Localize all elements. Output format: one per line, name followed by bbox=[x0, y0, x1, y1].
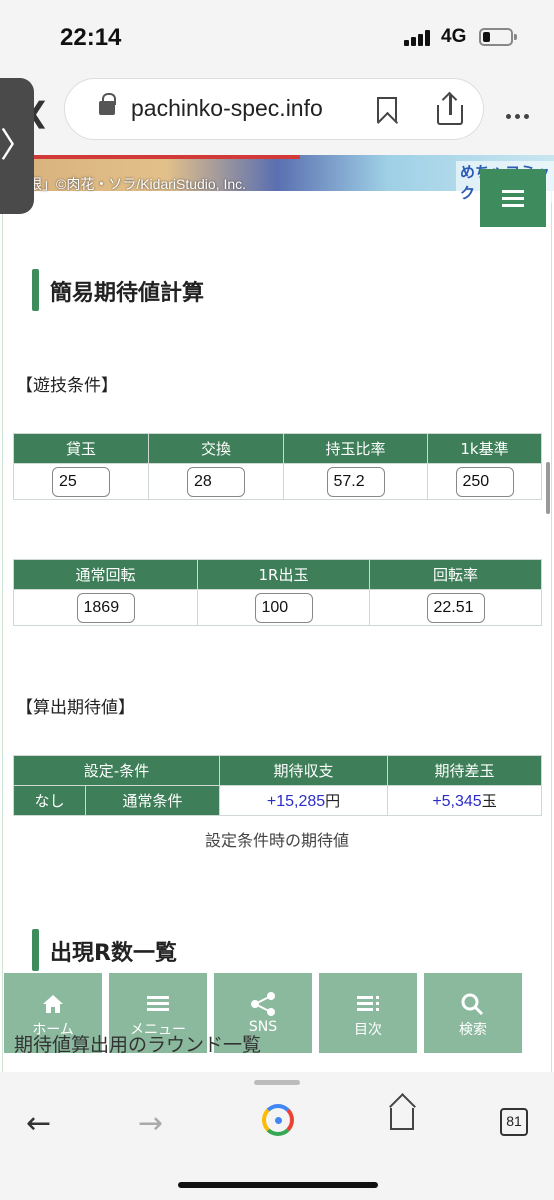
bookmark-icon[interactable] bbox=[377, 97, 397, 123]
rental-input[interactable] bbox=[52, 466, 110, 497]
expected-diff-cell: +5,345玉 bbox=[387, 785, 543, 816]
header-rental: 貸玉 bbox=[13, 433, 149, 464]
google-lens-icon[interactable] bbox=[262, 1104, 294, 1136]
nav-search-button[interactable]: 検索 bbox=[424, 973, 522, 1053]
hold-ratio-input[interactable] bbox=[326, 466, 385, 497]
exchange-input[interactable] bbox=[187, 466, 245, 497]
browser-home-icon[interactable] bbox=[390, 1108, 414, 1130]
spin-conditions-table: 通常回転 1R出玉 回転率 bbox=[13, 559, 542, 626]
header-1k-base: 1k基準 bbox=[427, 433, 542, 464]
header-expected-income: 期待収支 bbox=[219, 755, 389, 786]
1r-payout-input[interactable] bbox=[254, 592, 313, 623]
back-arrow-icon[interactable]: ← bbox=[26, 1106, 51, 1141]
header-normal-spins: 通常回転 bbox=[13, 559, 198, 590]
result-label: 【算出期待値】 bbox=[16, 698, 135, 718]
header-spin-rate: 回転率 bbox=[369, 559, 542, 590]
menu-icon bbox=[109, 991, 207, 1017]
header-hold-ratio: 持玉比率 bbox=[283, 433, 428, 464]
chevron-right-icon: 〉 bbox=[0, 126, 34, 166]
browser-address-row: ❮ pachinko-spec.info bbox=[0, 70, 554, 155]
section-heading-rounds: 出現R数一覧 bbox=[32, 929, 177, 971]
status-bar: 22:14 4G bbox=[0, 0, 554, 70]
battery-icon bbox=[479, 28, 517, 46]
nav-toc-button[interactable]: 目次 bbox=[319, 973, 417, 1053]
share-nodes-icon bbox=[214, 991, 312, 1017]
more-options-icon[interactable] bbox=[506, 104, 533, 123]
rounds-subtitle: 期待値算出用のラウンド一覧 bbox=[14, 1034, 262, 1056]
forward-arrow-icon[interactable]: → bbox=[138, 1106, 163, 1141]
page-scrollbar[interactable] bbox=[546, 462, 550, 514]
cellular-signal-icon bbox=[404, 30, 434, 46]
tab-switcher-button[interactable]: 81 bbox=[500, 1108, 528, 1136]
hamburger-icon bbox=[502, 190, 524, 193]
expected-value-table: 設定-条件 期待収支 期待差玉 なし 通常条件 +15,285円 +5,345玉 bbox=[12, 755, 543, 816]
spin-rate-input[interactable] bbox=[426, 592, 485, 623]
header-1r-payout: 1R出玉 bbox=[197, 559, 370, 590]
share-icon[interactable] bbox=[437, 91, 463, 127]
1k-base-input[interactable] bbox=[455, 466, 514, 497]
search-icon bbox=[424, 991, 522, 1017]
network-type: 4G bbox=[441, 26, 467, 47]
address-bar[interactable]: pachinko-spec.info bbox=[64, 78, 484, 140]
header-exchange: 交換 bbox=[148, 433, 284, 464]
expected-income-value: +15,285 bbox=[266, 793, 326, 810]
comic-banner[interactable]: 眼」©肉花・ソラ/KidariStudio, Inc. めちゃコミック bbox=[0, 155, 554, 203]
home-icon bbox=[4, 991, 102, 1017]
list-icon bbox=[319, 991, 417, 1017]
hamburger-menu-button[interactable] bbox=[480, 169, 546, 227]
play-conditions-table: 貸玉 交換 持玉比率 1k基準 bbox=[13, 433, 542, 500]
section-heading-calc: 簡易期待値計算 bbox=[32, 269, 204, 311]
diff-unit: 玉 bbox=[481, 792, 497, 810]
header-setting-condition: 設定-条件 bbox=[12, 755, 221, 786]
result-caption: 設定条件時の期待値 bbox=[204, 831, 349, 850]
home-indicator bbox=[178, 1182, 378, 1188]
header-expected-diff: 期待差玉 bbox=[387, 755, 543, 786]
condition-value: 通常条件 bbox=[84, 785, 221, 816]
web-page: 眼」©肉花・ソラ/KidariStudio, Inc. めちゃコミック 簡易期待… bbox=[0, 155, 554, 1072]
sheet-grabber[interactable] bbox=[254, 1080, 300, 1085]
banner-credit: 眼」©肉花・ソラ/KidariStudio, Inc. bbox=[28, 176, 247, 192]
url-text[interactable]: pachinko-spec.info bbox=[131, 95, 323, 122]
banner-accent bbox=[20, 155, 300, 159]
expected-diff-value: +5,345 bbox=[432, 793, 482, 810]
expected-income-cell: +15,285円 bbox=[219, 785, 389, 816]
side-drawer-tab[interactable]: 〉 bbox=[0, 78, 34, 214]
conditions-label: 【遊技条件】 bbox=[16, 376, 118, 396]
normal-spins-input[interactable] bbox=[76, 592, 135, 623]
nav-search-label: 検索 bbox=[459, 1022, 487, 1038]
status-time: 22:14 bbox=[60, 24, 122, 51]
nav-toc-label: 目次 bbox=[354, 1022, 382, 1038]
lock-icon bbox=[99, 93, 116, 115]
income-unit: 円 bbox=[325, 792, 341, 810]
setting-value: なし bbox=[13, 785, 86, 816]
browser-toolbar: ← → 81 bbox=[0, 1072, 554, 1200]
